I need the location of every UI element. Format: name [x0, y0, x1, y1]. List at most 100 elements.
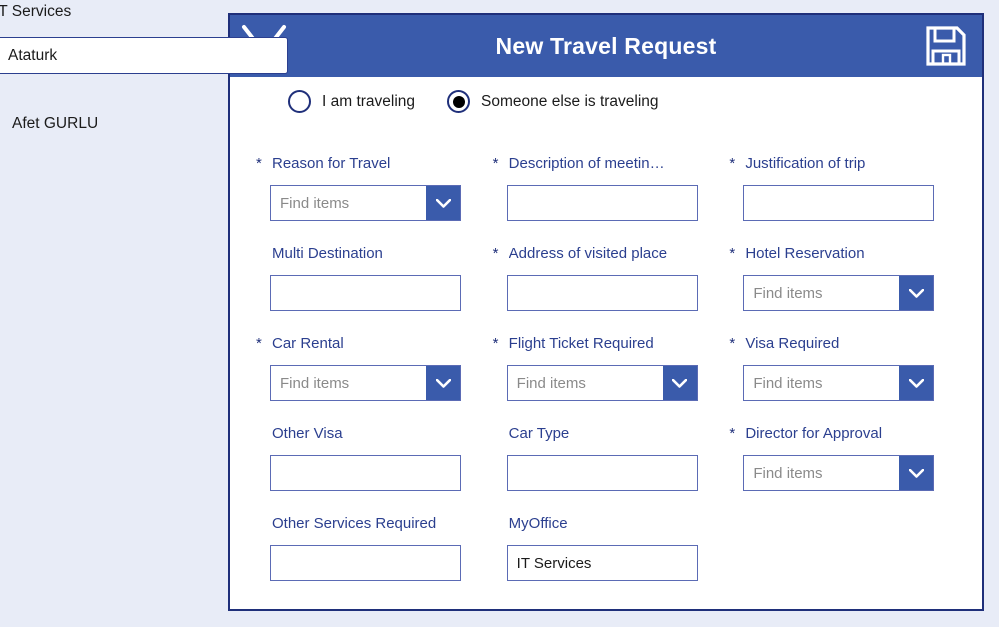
- required-asterisk-icon: *: [256, 155, 262, 172]
- field-label-row: * Car Rental: [256, 335, 493, 357]
- form-field-car-type: *Car Type: [493, 425, 730, 515]
- field-label-row: * Hotel Reservation: [729, 245, 966, 267]
- chevron-down-icon[interactable]: [899, 276, 934, 310]
- form-field-address-of-visited-place: * Address of visited place: [493, 245, 730, 335]
- sidebar-context-label: IT Services: [0, 3, 72, 20]
- field-label-row: * Justification of trip: [729, 155, 966, 177]
- field-text-multi-destination: [271, 276, 460, 310]
- dropdown-reason-for-travel[interactable]: Find items: [270, 185, 461, 221]
- field-label-row: *Other Services Required: [256, 515, 493, 537]
- field-text-description-of-meetin: [508, 186, 697, 220]
- field-label-justification-of-trip: Justification of trip: [745, 155, 866, 172]
- radio-circle-selected-icon: [447, 90, 471, 113]
- chevron-down-icon[interactable]: [426, 186, 460, 220]
- field-label-row: *Multi Destination: [256, 245, 493, 267]
- field-text-reason-for-travel: Find items: [280, 194, 350, 212]
- input-myoffice[interactable]: IT Services: [506, 545, 698, 581]
- field-label-multi-destination: Multi Destination: [272, 245, 383, 262]
- form-field-description-of-meetin: * Description of meetin…: [493, 155, 730, 245]
- form-row: * Car Rental Find items * Flight Ticket Requ…: [256, 335, 966, 425]
- input-justification-of-trip[interactable]: [743, 185, 935, 221]
- field-label-car-rental: Car Rental: [272, 335, 344, 352]
- field-label-flight-ticket-required: Flight Ticket Required: [508, 335, 654, 352]
- radio-label-someone-else: Someone else is traveling: [481, 92, 659, 110]
- dropdown-director-for-approval[interactable]: Find items: [743, 455, 935, 491]
- required-asterisk-icon: *: [729, 245, 736, 262]
- field-text-address-of-visited-place: [508, 276, 697, 310]
- required-asterisk-icon: *: [729, 155, 736, 172]
- field-text-car-type: [508, 456, 697, 490]
- sidebar-person-name: Afet GURLU: [12, 115, 99, 132]
- overlay-value-box[interactable]: Ataturk: [0, 37, 288, 74]
- form-field-other-services-required: *Other Services Required: [256, 515, 493, 605]
- form-field-justification-of-trip: * Justification of trip: [729, 155, 966, 245]
- required-asterisk-icon: *: [729, 335, 736, 352]
- field-label-other-visa: Other Visa: [272, 425, 343, 442]
- overlay-value-text: Ataturk: [8, 46, 58, 64]
- travel-request-panel: New Travel Request I am traveling Someon…: [228, 13, 984, 611]
- panel-header: New Travel Request: [230, 15, 982, 77]
- required-asterisk-icon: *: [729, 425, 736, 442]
- radio-option-self[interactable]: I am traveling: [288, 90, 415, 113]
- field-label-description-of-meetin: Description of meetin…: [508, 155, 665, 172]
- radio-circle-icon: [288, 90, 311, 113]
- field-label-row: *Car Type: [493, 425, 730, 447]
- input-multi-destination[interactable]: [270, 275, 461, 311]
- input-address-of-visited-place[interactable]: [506, 275, 698, 311]
- dropdown-flight-ticket-required[interactable]: Find items: [506, 365, 698, 401]
- field-label-director-for-approval: Director for Approval: [745, 425, 883, 442]
- form-field-myoffice: *MyOffice IT Services: [493, 515, 730, 605]
- travel-request-form: * Reason for Travel Find items * Description…: [256, 155, 966, 605]
- radio-option-someone-else[interactable]: Someone else is traveling: [447, 90, 659, 113]
- traveler-radio-group: I am traveling Someone else is traveling: [288, 90, 691, 113]
- field-text-hotel-reservation: Find items: [753, 284, 823, 302]
- input-other-visa[interactable]: [270, 455, 461, 491]
- required-asterisk-icon: *: [492, 335, 499, 352]
- required-asterisk-icon: *: [492, 155, 499, 172]
- field-label-row: *MyOffice: [493, 515, 730, 537]
- form-row: *Other Services Required*MyOffice IT Serv…: [256, 515, 966, 605]
- form-field-car-rental: * Car Rental Find items: [256, 335, 493, 425]
- field-text-justification-of-trip: [744, 186, 933, 220]
- dropdown-car-rental[interactable]: Find items: [270, 365, 461, 401]
- form-row: *Other Visa*Car Type* Director for Approv…: [256, 425, 966, 515]
- page-title: New Travel Request: [495, 32, 717, 59]
- required-asterisk-icon: *: [492, 245, 499, 262]
- field-label-row: * Flight Ticket Required: [493, 335, 730, 357]
- field-text-car-rental: Find items: [280, 374, 350, 392]
- chevron-down-icon[interactable]: [899, 456, 934, 490]
- field-label-reason-for-travel: Reason for Travel: [272, 155, 391, 172]
- form-field-multi-destination: *Multi Destination: [256, 245, 493, 335]
- field-text-myoffice: IT Services: [516, 554, 592, 572]
- field-text-other-visa: [271, 456, 460, 490]
- field-label-hotel-reservation: Hotel Reservation: [745, 245, 865, 262]
- field-label-other-services-required: Other Services Required: [272, 515, 437, 532]
- field-label-row: * Director for Approval: [729, 425, 966, 447]
- input-car-type[interactable]: [506, 455, 698, 491]
- field-label-visa-required: Visa Required: [745, 335, 840, 352]
- save-floppy-icon[interactable]: [924, 25, 968, 67]
- field-label-row: *Other Visa: [256, 425, 493, 447]
- field-text-director-for-approval: Find items: [753, 464, 823, 482]
- field-label-myoffice: MyOffice: [508, 515, 568, 532]
- field-label-car-type: Car Type: [508, 425, 570, 442]
- form-field-director-for-approval: * Director for Approval Find items: [729, 425, 966, 515]
- chevron-down-icon[interactable]: [426, 366, 460, 400]
- field-label-row: * Visa Required: [729, 335, 966, 357]
- chevron-down-icon[interactable]: [662, 366, 697, 400]
- field-label-row: * Reason for Travel: [256, 155, 493, 177]
- field-text-visa-required: Find items: [753, 374, 823, 392]
- radio-label-self: I am traveling: [322, 92, 416, 110]
- chevron-down-icon[interactable]: [899, 366, 934, 400]
- required-asterisk-icon: *: [256, 335, 262, 352]
- field-label-address-of-visited-place: Address of visited place: [508, 245, 668, 262]
- input-description-of-meetin[interactable]: [506, 185, 698, 221]
- form-row: *Multi Destination*Address of visited pl…: [256, 245, 966, 335]
- form-field-visa-required: * Visa Required Find items: [729, 335, 966, 425]
- form-field-hotel-reservation: * Hotel Reservation Find items: [729, 245, 966, 335]
- dropdown-visa-required[interactable]: Find items: [743, 365, 935, 401]
- form-field-flight-ticket-required: * Flight Ticket Required Find items: [493, 335, 730, 425]
- field-text-other-services-required: [271, 546, 460, 580]
- dropdown-hotel-reservation[interactable]: Find items: [743, 275, 935, 311]
- input-other-services-required[interactable]: [270, 545, 461, 581]
